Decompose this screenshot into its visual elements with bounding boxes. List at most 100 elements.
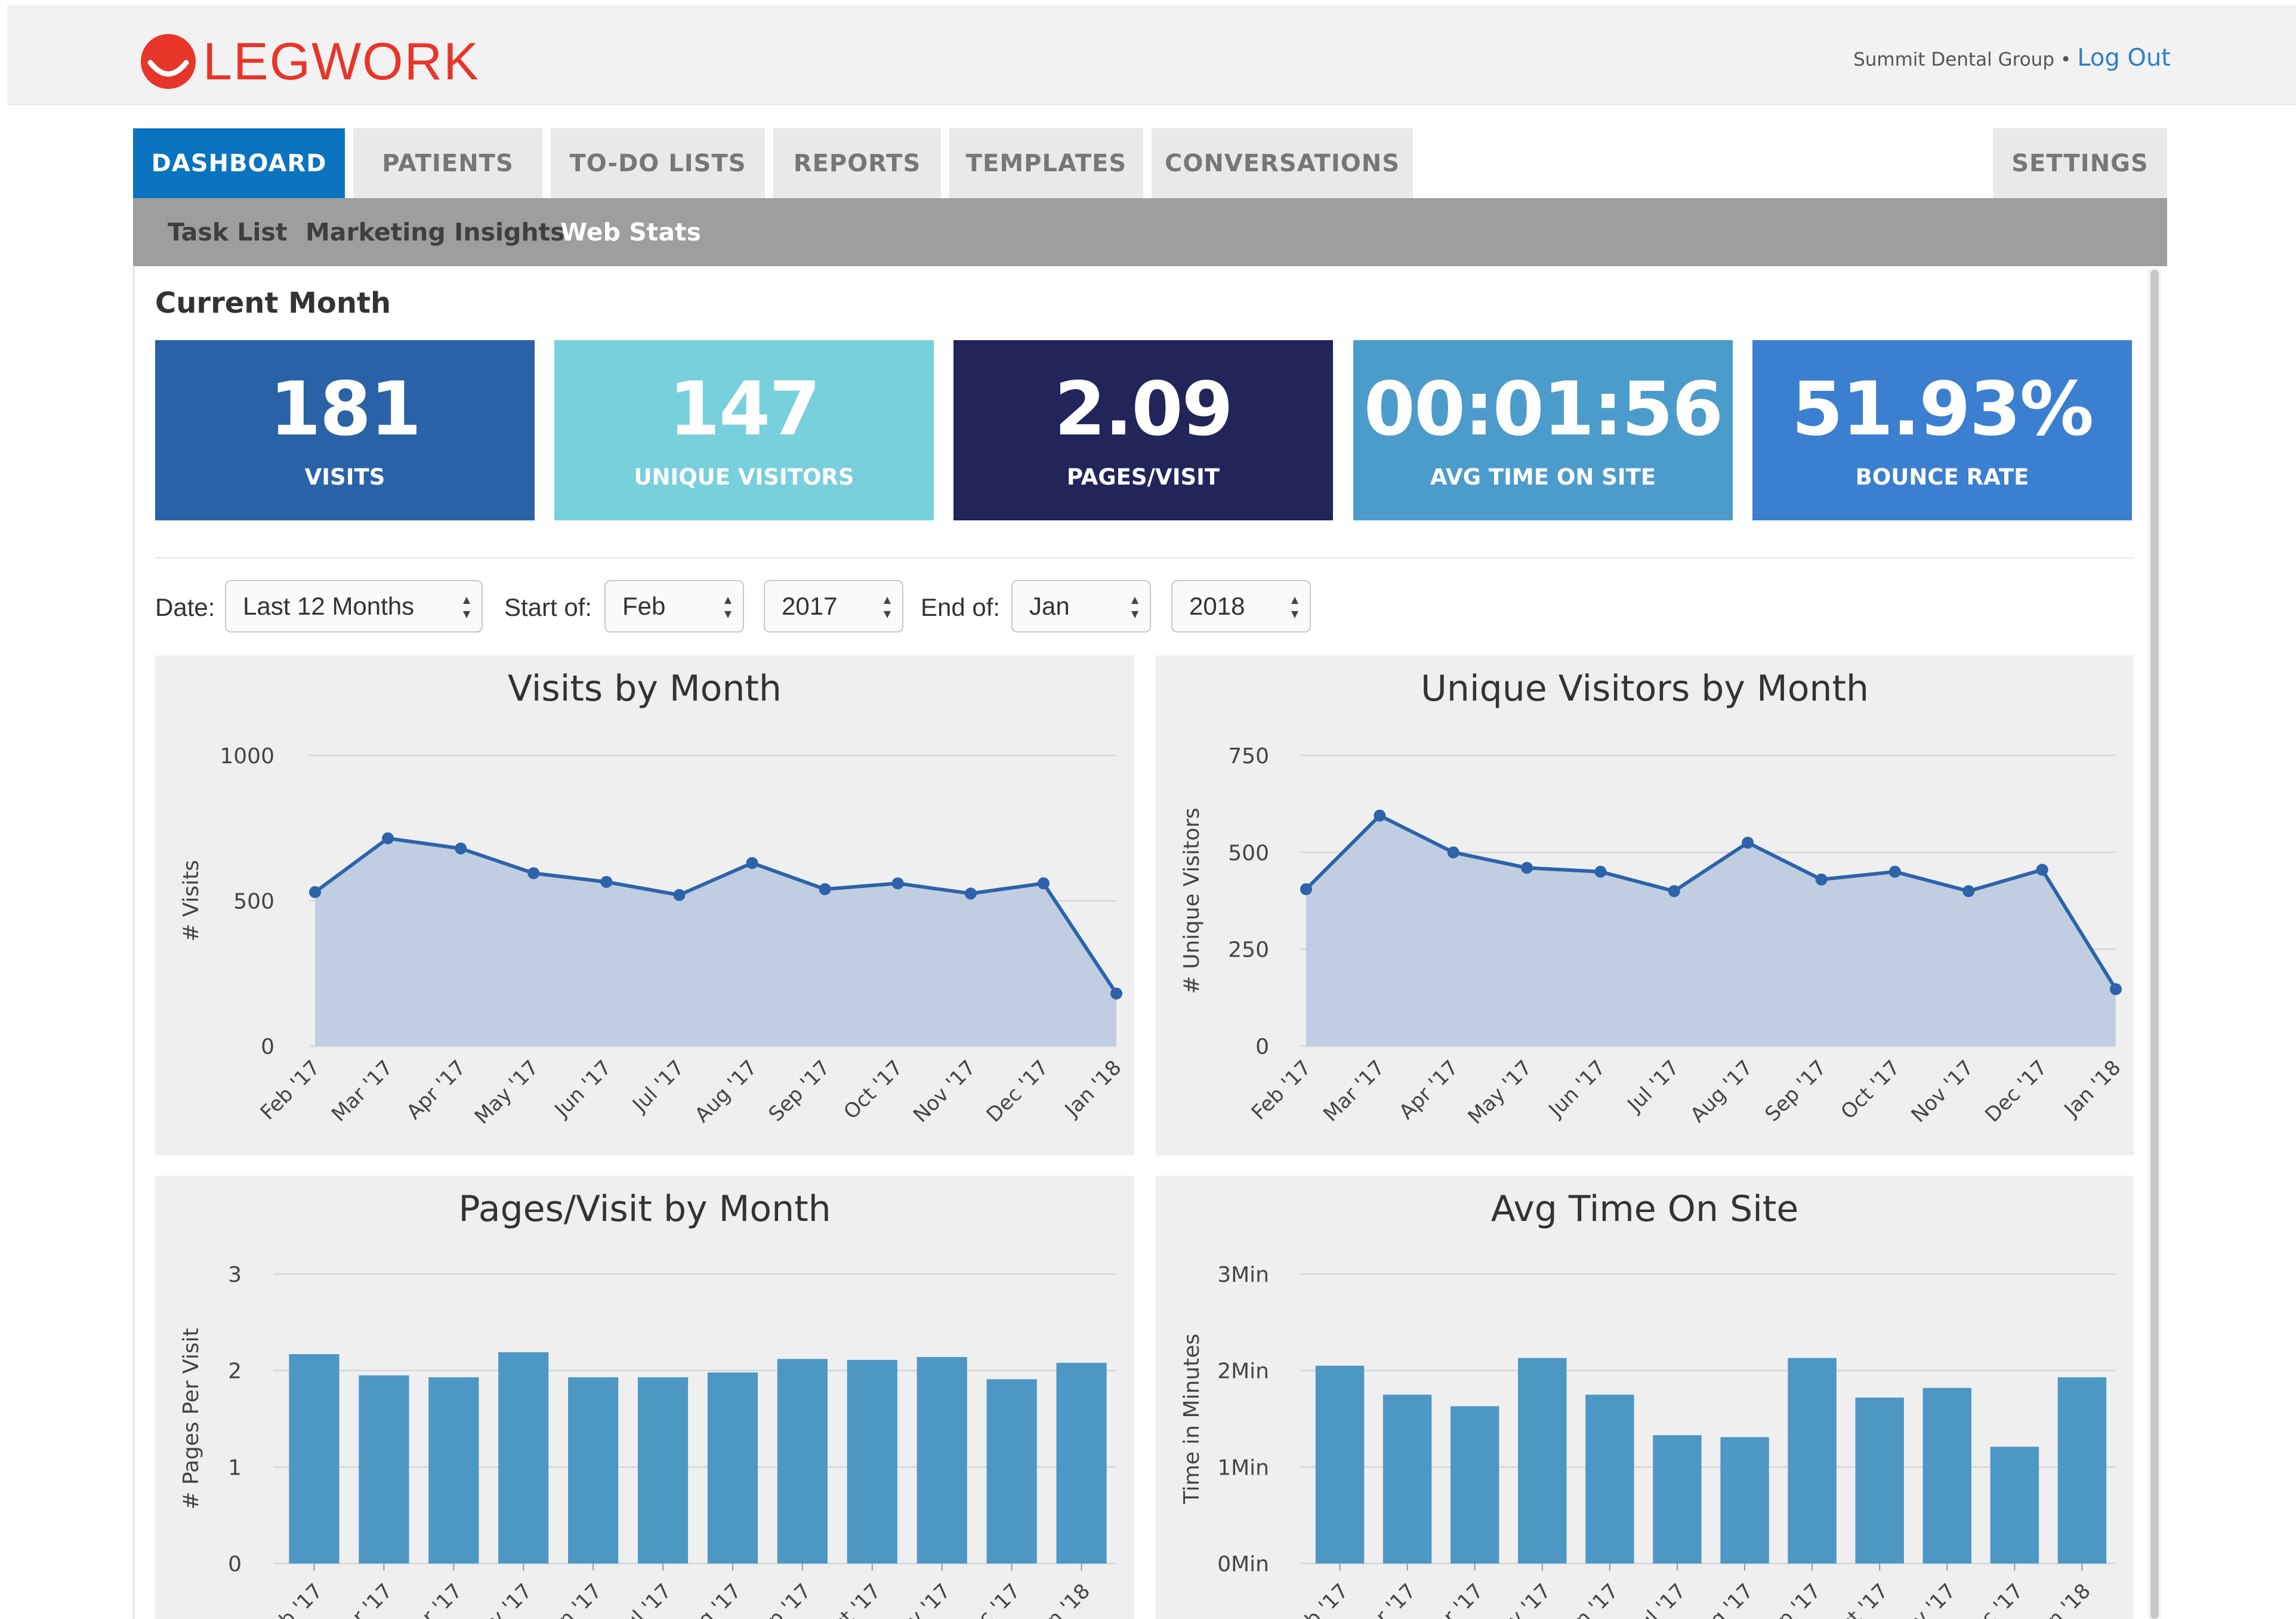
select-arrows-icon	[724, 597, 732, 618]
x-tick-label: Jan '18	[2029, 1579, 2096, 1619]
legwork-logo[interactable]: LEGWORK	[138, 29, 480, 94]
sub-nav: Task List Marketing Insights Web Stats	[133, 198, 2167, 266]
x-tick-label: Mar '17	[327, 1056, 397, 1126]
section-divider	[155, 557, 2134, 559]
bar	[289, 1354, 340, 1564]
tab-dashboard[interactable]: DASHBOARD	[133, 128, 345, 198]
x-tick-label: Dec '17	[1956, 1579, 2028, 1619]
section-title: Current Month	[155, 286, 391, 320]
y-tick-label: 1Min	[1217, 1455, 1269, 1480]
bar	[1518, 1358, 1567, 1564]
logout-link[interactable]: Log Out	[2077, 44, 2171, 72]
data-point	[1110, 987, 1122, 1000]
data-point	[1594, 865, 1607, 878]
bar	[777, 1359, 828, 1564]
pages-per-visit-chart-svg: Pages/Visit by Month # Pages Per Visit 0 1 2…	[179, 1188, 1116, 1619]
subnav-web-stats[interactable]: Web Stats	[560, 198, 701, 266]
y-tick-label: 1	[228, 1455, 242, 1480]
x-tick-label: Oct '17	[1825, 1579, 1893, 1619]
stat-label: PAGES/VISIT	[1066, 464, 1220, 490]
tab-templates[interactable]: TEMPLATES	[949, 128, 1143, 198]
tab-settings[interactable]: SETTINGS	[1993, 128, 2167, 198]
series-area	[1306, 815, 2116, 1046]
data-point	[455, 842, 467, 855]
date-range-select[interactable]: Last 12 Months	[225, 580, 483, 633]
tab-todo-lists[interactable]: TO-DO LISTS	[551, 128, 765, 198]
x-tick-label: Oct '17	[1837, 1056, 1905, 1124]
bar	[1788, 1358, 1837, 1564]
bar	[1382, 1395, 1432, 1564]
x-tick-label: Oct '17	[839, 1056, 908, 1124]
stat-value: 147	[668, 366, 821, 452]
y-tick-label: 0	[228, 1552, 242, 1577]
x-tick-label: Nov '17	[884, 1579, 955, 1619]
select-arrows-icon	[884, 597, 891, 618]
y-tick-label: 500	[1228, 841, 1269, 865]
x-tick-label: Apr '17	[1419, 1579, 1488, 1619]
x-tick-label: Aug '17	[674, 1579, 746, 1619]
y-tick-label: 0Min	[1217, 1552, 1269, 1577]
x-tick-label: May '17	[470, 1056, 544, 1129]
data-point	[1447, 846, 1459, 859]
data-point	[746, 857, 758, 869]
tab-reports[interactable]: REPORTS	[773, 128, 941, 198]
data-point	[600, 875, 613, 888]
date-range-value: Last 12 Months	[243, 592, 415, 620]
subnav-task-list[interactable]: Task List	[168, 198, 287, 266]
data-point	[2036, 864, 2048, 876]
bar	[1315, 1365, 1365, 1564]
x-tick-label: Jan '18	[1028, 1579, 1095, 1619]
bar	[637, 1377, 689, 1564]
data-point	[309, 886, 321, 898]
start-month-select[interactable]: Feb	[604, 580, 744, 633]
bar	[1855, 1397, 1904, 1564]
stat-label: VISITS	[304, 464, 385, 490]
bar	[1720, 1437, 1769, 1564]
bar	[916, 1357, 967, 1564]
end-year-select[interactable]: 2018	[1171, 580, 1311, 633]
x-tick-label: May '17	[1482, 1579, 1556, 1619]
date-label: Date:	[155, 593, 215, 621]
data-point	[673, 889, 686, 901]
bar	[1922, 1387, 1972, 1564]
end-month-select[interactable]: Jan	[1011, 580, 1151, 633]
end-month-value: Jan	[1029, 592, 1070, 620]
start-year-select[interactable]: 2017	[764, 580, 903, 633]
select-arrows-icon	[1291, 597, 1298, 618]
y-tick-label: 3Min	[1217, 1263, 1269, 1287]
chart-unique-visitors-by-month: Unique Visitors by Month # Unique Visitor…	[1156, 655, 2134, 1155]
x-tick-label: Sep '17	[1760, 1056, 1831, 1126]
bar	[498, 1352, 549, 1564]
data-point	[1521, 862, 1533, 874]
x-tick-label: Jun '17	[539, 1579, 606, 1619]
x-tick-label: Aug '17	[690, 1056, 762, 1127]
tab-patients[interactable]: PATIENTS	[353, 128, 542, 198]
x-tick-label: Jul '17	[1622, 1056, 1684, 1118]
y-axis-label: Time in Minutes	[1180, 1334, 1204, 1505]
x-tick-label: Jan '18	[1060, 1056, 1127, 1122]
data-point	[1374, 809, 1386, 822]
x-tick-label: Dec '17	[953, 1579, 1025, 1619]
stat-label: BOUNCE RATE	[1855, 464, 2029, 490]
select-arrows-icon	[463, 597, 470, 618]
y-axis-label: # Unique Visitors	[1180, 807, 1204, 994]
stat-value: 00:01:56	[1363, 366, 1724, 452]
data-point	[1742, 837, 1754, 849]
data-point	[2110, 983, 2122, 995]
data-point	[1300, 883, 1312, 896]
bar	[986, 1379, 1037, 1564]
x-tick-label: Jun '17	[1556, 1579, 1623, 1619]
series-area	[315, 838, 1116, 1046]
scrollbar-thumb[interactable]	[2150, 270, 2159, 1619]
x-tick-label: Aug '17	[1686, 1579, 1758, 1619]
x-tick-label: Oct '17	[817, 1579, 885, 1619]
bar	[1450, 1406, 1499, 1564]
data-point	[891, 877, 904, 890]
x-tick-label: Jul '17	[615, 1579, 677, 1619]
subnav-marketing-insights[interactable]: Marketing Insights	[305, 198, 565, 266]
stat-value: 2.09	[1054, 366, 1233, 452]
data-point	[1668, 885, 1680, 898]
tab-conversations[interactable]: CONVERSATIONS	[1152, 128, 1413, 198]
x-tick-label: Dec '17	[982, 1056, 1054, 1127]
x-tick-label: Mar '17	[1350, 1579, 1420, 1619]
